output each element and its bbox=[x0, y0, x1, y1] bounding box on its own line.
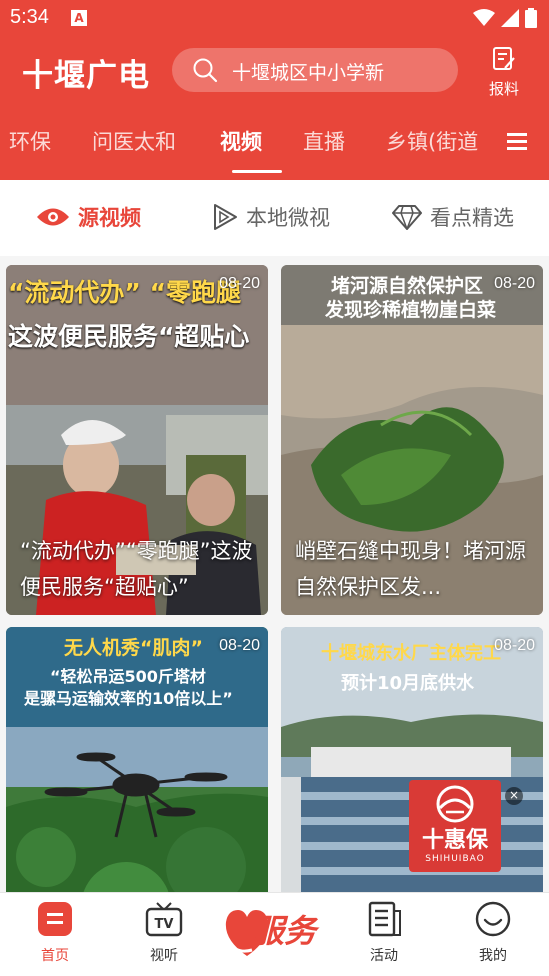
category-tabs: 环保 问医太和 视频 直播 乡镇(街道 bbox=[0, 106, 549, 180]
service-label: 服务 bbox=[252, 912, 317, 950]
subtab-label: 本地微视 bbox=[246, 206, 330, 230]
nav-home[interactable]: 首页 bbox=[20, 901, 90, 965]
subtab-local-micro-video[interactable]: 本地微视 bbox=[212, 202, 330, 232]
video-date: 08-20 bbox=[219, 275, 260, 292]
video-card[interactable]: 堵河源自然保护区 发现珍稀植物崖白菜 08-20 峭壁石缝中现身！堵河源自然保护… bbox=[281, 265, 543, 615]
video-subtabs: 源视频 本地微视 看点精选 bbox=[0, 180, 549, 256]
search-placeholder: 十堰城区中小学新 bbox=[232, 62, 385, 84]
document-icon bbox=[368, 901, 401, 937]
signal-icon bbox=[501, 9, 519, 27]
thumbnail-title-line2: 发现珍稀植物崖白菜 bbox=[325, 299, 497, 321]
video-card[interactable]: “流动代办” “零跑腿 这波便民服务“超贴心 08-20 “流动代办”“零跑腿”… bbox=[6, 265, 268, 615]
subtab-label: 源视频 bbox=[78, 206, 141, 230]
play-icon bbox=[214, 204, 237, 230]
edit-icon bbox=[493, 47, 515, 70]
thumbnail-title-line2: 这波便民服务“超贴心 bbox=[8, 322, 250, 351]
search-icon bbox=[193, 58, 218, 83]
tab-video[interactable]: 视频 bbox=[220, 126, 262, 156]
nav-label: 视听 bbox=[150, 948, 178, 964]
promo-brand: 十惠保 bbox=[421, 828, 488, 853]
subtab-label: 看点精选 bbox=[430, 206, 514, 230]
service-button[interactable]: 服务 bbox=[222, 894, 332, 964]
close-icon[interactable]: × bbox=[505, 787, 523, 805]
home-icon bbox=[38, 902, 72, 936]
nav-profile[interactable]: 我的 bbox=[458, 901, 528, 965]
svg-text:TV: TV bbox=[155, 917, 174, 932]
search-bar[interactable]: 十堰城区中小学新 bbox=[172, 48, 458, 92]
video-caption: 峭壁石缝中现身！堵河源自然保护区发... bbox=[295, 539, 526, 599]
nav-activities[interactable]: 活动 bbox=[349, 901, 419, 965]
video-date: 08-20 bbox=[494, 637, 535, 654]
tab-towns[interactable]: 乡镇(街道 bbox=[386, 126, 478, 156]
thumbnail-title-line3: 是骡马运输效率的10倍以上” bbox=[24, 689, 233, 708]
thumbnail-title-line1: 堵河源自然保护区 bbox=[331, 275, 484, 297]
subtab-highlights[interactable]: 看点精选 bbox=[392, 202, 514, 232]
promo-brand-en: SHIHUIBAO bbox=[425, 854, 485, 864]
thumbnail-title-line1: 十堰城东水厂主体完工 bbox=[321, 643, 501, 664]
battery-icon bbox=[525, 8, 537, 28]
thumbnail-title-line1: “流动代办” “零跑腿 bbox=[8, 278, 241, 307]
status-icons bbox=[473, 8, 537, 28]
video-caption: “流动代办”“零跑腿”这波便民服务“超贴心” bbox=[20, 539, 253, 599]
diamond-icon bbox=[392, 205, 422, 230]
eye-icon bbox=[37, 208, 69, 226]
status-time: 5:34 bbox=[10, 6, 49, 28]
subtab-source-video[interactable]: 源视频 bbox=[36, 202, 141, 232]
nav-label: 首页 bbox=[41, 948, 69, 964]
thumbnail-title-line2: “轻松吊运500斤塔材 bbox=[50, 667, 206, 686]
shihuibao-logo-icon bbox=[436, 785, 474, 823]
status-bar: 5:34 A bbox=[0, 0, 549, 38]
app-screen: 5:34 A 十堰广电 十堰城区中小学新 报料 环保 问医太和 视频 直播 乡镇… bbox=[0, 0, 549, 976]
tab-health[interactable]: 问医太和 bbox=[92, 126, 176, 156]
app-header: 十堰广电 十堰城区中小学新 报料 bbox=[0, 38, 549, 106]
thumbnail-title-line1: 无人机秀“肌肉” bbox=[64, 637, 203, 659]
report-label: 报料 bbox=[488, 80, 519, 98]
nav-audio-video[interactable]: TV 视听 bbox=[129, 901, 199, 965]
video-date: 08-20 bbox=[494, 275, 535, 292]
smile-icon bbox=[475, 901, 511, 937]
thumbnail-title-line2: 预计10月底供水 bbox=[341, 673, 475, 694]
wifi-icon bbox=[473, 9, 495, 26]
notification-icon: A bbox=[71, 10, 87, 26]
report-button[interactable]: 报料 bbox=[482, 46, 526, 99]
tab-live[interactable]: 直播 bbox=[303, 126, 345, 156]
active-tab-indicator bbox=[232, 170, 282, 173]
promo-badge[interactable]: 十惠保 SHIHUIBAO bbox=[409, 780, 501, 872]
video-date: 08-20 bbox=[219, 637, 260, 654]
menu-icon[interactable] bbox=[506, 130, 528, 152]
nav-label: 活动 bbox=[370, 948, 398, 964]
tab-environment[interactable]: 环保 bbox=[9, 126, 51, 156]
tv-icon: TV bbox=[145, 902, 183, 937]
nav-label: 我的 bbox=[479, 948, 507, 964]
app-logo: 十堰广电 bbox=[22, 58, 150, 94]
